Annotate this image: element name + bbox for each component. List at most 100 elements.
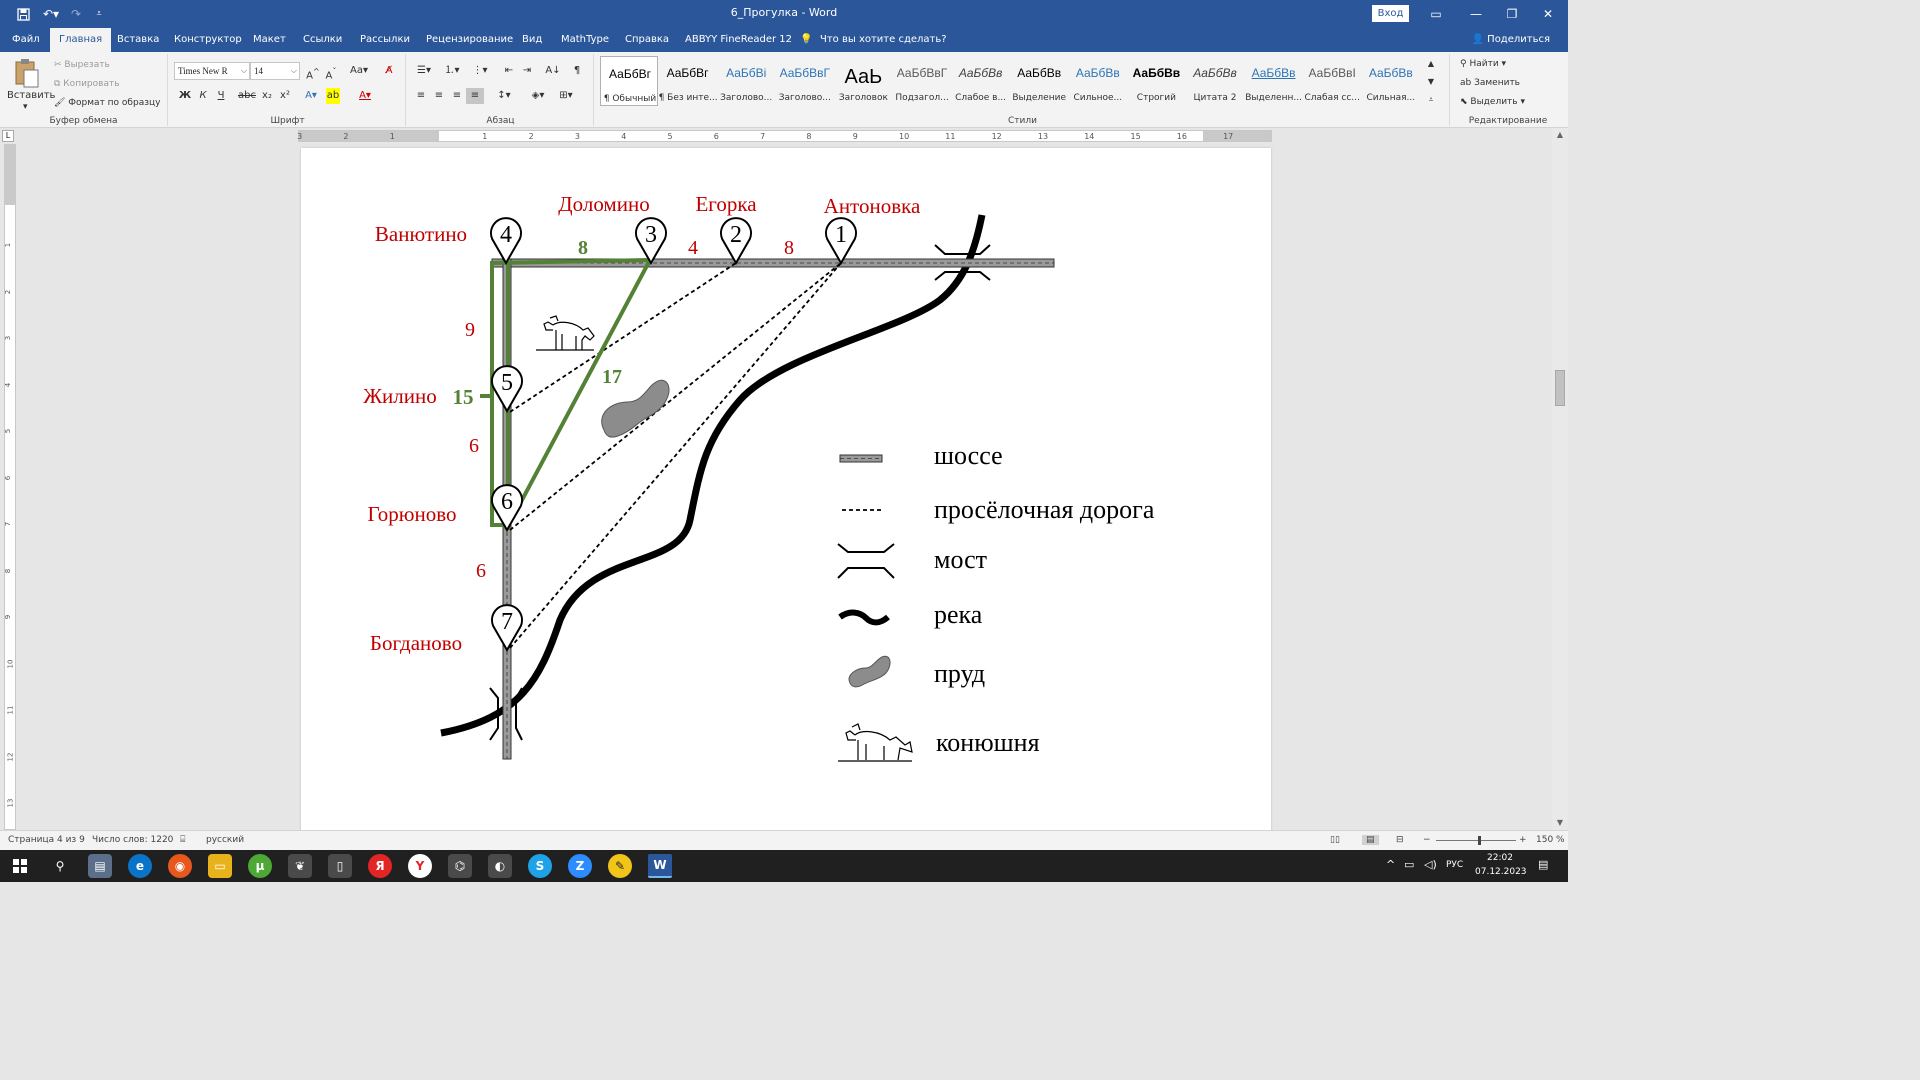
style-tile[interactable]: АаБбВвГ Заголово... bbox=[776, 56, 834, 106]
tab-view[interactable]: Вид bbox=[522, 28, 542, 52]
zoom-slider[interactable] bbox=[1436, 836, 1516, 845]
replace-button[interactable]: ab Заменить bbox=[1460, 78, 1520, 88]
multilevel-list-icon[interactable]: ⋮▾ bbox=[468, 63, 492, 79]
zoom-level[interactable]: 150 % bbox=[1536, 835, 1565, 845]
zoom-slider-thumb[interactable] bbox=[1478, 836, 1481, 845]
highlight-icon[interactable]: ab bbox=[326, 88, 340, 104]
cut-button[interactable]: ✂ Вырезать bbox=[54, 60, 110, 70]
share-button[interactable]: 👤 Поделиться bbox=[1472, 28, 1550, 52]
document-page[interactable]: 4321567 Ванютино Доломино Егорка Антонов… bbox=[301, 148, 1271, 830]
tab-design[interactable]: Конструктор bbox=[174, 28, 242, 52]
style-tile[interactable]: АаЬ Заголовок bbox=[834, 56, 892, 106]
clock-time[interactable]: 22:02 bbox=[1487, 853, 1513, 863]
tab-references[interactable]: Ссылки bbox=[303, 28, 342, 52]
input-language[interactable]: РУС bbox=[1446, 860, 1463, 870]
windows-start-icon[interactable] bbox=[8, 854, 32, 878]
change-case-icon[interactable]: Aa▾ bbox=[346, 63, 372, 79]
tab-file[interactable]: Файл bbox=[12, 28, 40, 52]
skype-icon[interactable]: S bbox=[528, 854, 552, 878]
volume-icon[interactable]: ◁) bbox=[1424, 858, 1437, 871]
minimize-button[interactable]: — bbox=[1456, 0, 1496, 28]
app-yellow-icon[interactable]: ✎ bbox=[608, 854, 632, 878]
tray-chevron-icon[interactable]: ^ bbox=[1386, 858, 1395, 871]
borders-icon[interactable]: ⊞▾ bbox=[554, 88, 578, 104]
style-tile[interactable]: АаБбВв Слабое в... bbox=[952, 56, 1010, 106]
print-layout-icon[interactable]: ▤ bbox=[1362, 835, 1379, 845]
scrollbar-thumb[interactable] bbox=[1555, 370, 1565, 406]
tab-layout[interactable]: Макет bbox=[253, 28, 286, 52]
style-tile[interactable]: АаБбВі Заголово... bbox=[717, 56, 775, 106]
read-mode-icon[interactable]: ▯▯ bbox=[1330, 835, 1340, 845]
tab-selector-icon[interactable]: L bbox=[2, 130, 14, 142]
align-center-icon[interactable]: ≡ bbox=[430, 88, 448, 104]
sort-icon[interactable]: A↓ bbox=[544, 63, 562, 79]
subscript-icon[interactable]: x₂ bbox=[258, 88, 276, 104]
style-tile[interactable]: АаБбВг ¶ Обычный bbox=[600, 56, 658, 106]
numbering-icon[interactable]: ⒈▾ bbox=[440, 63, 464, 79]
word-count[interactable]: Число слов: 1220 bbox=[92, 835, 173, 845]
grow-font-icon[interactable]: A^ bbox=[304, 63, 322, 81]
text-effects-icon[interactable]: A▾ bbox=[302, 88, 320, 104]
language-indicator[interactable]: русский bbox=[206, 835, 244, 845]
decrease-indent-icon[interactable]: ⇤ bbox=[500, 63, 518, 79]
web-layout-icon[interactable]: ⊟ bbox=[1396, 835, 1404, 845]
tab-abbyy[interactable]: ABBYY FineReader 12 bbox=[685, 28, 792, 52]
italic-button[interactable]: К bbox=[194, 88, 212, 104]
justify-icon[interactable]: ≡ bbox=[466, 88, 484, 104]
strikethrough-icon[interactable]: abc bbox=[238, 88, 256, 104]
clear-formatting-icon[interactable]: A̸ bbox=[380, 63, 398, 79]
font-color-icon[interactable]: A▾ bbox=[356, 88, 374, 104]
vertical-ruler[interactable]: 1 2 3 4 5 6 7 8 9 10 11 12 13 bbox=[4, 144, 16, 830]
font-size-combo[interactable]: 14 ⌵ bbox=[250, 62, 300, 80]
search-icon[interactable]: ⚲ bbox=[48, 854, 72, 878]
yandex-icon[interactable]: Я bbox=[368, 854, 392, 878]
style-tile[interactable]: АаБбВв Сильная... bbox=[1362, 56, 1420, 106]
tell-me-search[interactable]: Что вы хотите сделать? bbox=[820, 28, 947, 52]
shading-icon[interactable]: ◈▾ bbox=[526, 88, 550, 104]
align-right-icon[interactable]: ≡ bbox=[448, 88, 466, 104]
increase-indent-icon[interactable]: ⇥ bbox=[518, 63, 536, 79]
style-tile[interactable]: АаБбВвІ Слабая сс... bbox=[1303, 56, 1361, 106]
close-button[interactable]: ✕ bbox=[1528, 0, 1568, 28]
app-paint-icon[interactable]: ◐ bbox=[488, 854, 512, 878]
tab-mathtype[interactable]: MathType bbox=[561, 28, 609, 52]
bullets-icon[interactable]: ☰▾ bbox=[412, 63, 436, 79]
styles-scroll-up-icon[interactable]: ▲ bbox=[1424, 56, 1438, 70]
style-tile[interactable]: АаБбВв Выделенн... bbox=[1245, 56, 1303, 106]
app-swirl-icon[interactable]: ❦ bbox=[288, 854, 312, 878]
ribbon-display-options-icon[interactable]: ▭ bbox=[1416, 0, 1456, 28]
clock-date[interactable]: 07.12.2023 bbox=[1475, 867, 1527, 877]
zoom-out-icon[interactable]: − bbox=[1423, 835, 1431, 845]
bold-button[interactable]: Ж bbox=[176, 88, 194, 104]
edge-browser-icon[interactable]: e bbox=[128, 854, 152, 878]
tab-mailings[interactable]: Рассылки bbox=[360, 28, 410, 52]
style-tile[interactable]: АаБбВв Строгий bbox=[1127, 56, 1185, 106]
style-tile[interactable]: АаБбВв Цитата 2 bbox=[1186, 56, 1244, 106]
word-app-icon[interactable]: W bbox=[648, 854, 672, 878]
zoom-app-icon[interactable]: Z bbox=[568, 854, 592, 878]
underline-button[interactable]: Ч bbox=[212, 88, 230, 104]
file-explorer-icon[interactable]: ▭ bbox=[208, 854, 232, 878]
tab-insert[interactable]: Вставка bbox=[117, 28, 159, 52]
scroll-up-icon[interactable]: ▲ bbox=[1552, 128, 1568, 142]
align-left-icon[interactable]: ≡ bbox=[412, 88, 430, 104]
network-icon[interactable]: ▭ bbox=[1404, 858, 1414, 871]
zoom-in-icon[interactable]: + bbox=[1519, 835, 1527, 845]
superscript-icon[interactable]: x² bbox=[276, 88, 294, 104]
style-tile[interactable]: АаБбВв Сильное... bbox=[1069, 56, 1127, 106]
style-tile[interactable]: АаБбВвГ Подзагол... bbox=[893, 56, 951, 106]
style-tile[interactable]: АаБбВв Выделение bbox=[1010, 56, 1068, 106]
style-tile[interactable]: АаБбВг ¶ Без инте... bbox=[659, 56, 717, 106]
horizontal-ruler[interactable]: 3 2 1 1 2 3 4 5 6 7 8 9 10 11 12 13 14 15 16 17 bbox=[297, 130, 1272, 142]
notifications-icon[interactable]: ▤ bbox=[1538, 858, 1548, 871]
restore-button[interactable]: ❐ bbox=[1492, 0, 1532, 28]
styles-more-icon[interactable]: ⩡ bbox=[1424, 92, 1438, 106]
proofing-icon[interactable]: ⌸ bbox=[180, 835, 185, 845]
tab-review[interactable]: Рецензирование bbox=[426, 28, 513, 52]
page-count[interactable]: Страница 4 из 9 bbox=[8, 835, 85, 845]
yandex-browser-icon[interactable]: Y bbox=[408, 854, 432, 878]
font-name-combo[interactable]: Times New R ⌵ bbox=[174, 62, 250, 80]
copy-button[interactable]: ⧉ Копировать bbox=[54, 79, 120, 89]
sign-in-button[interactable]: Вход bbox=[1372, 5, 1409, 22]
firefox-browser-icon[interactable]: ◉ bbox=[168, 854, 192, 878]
